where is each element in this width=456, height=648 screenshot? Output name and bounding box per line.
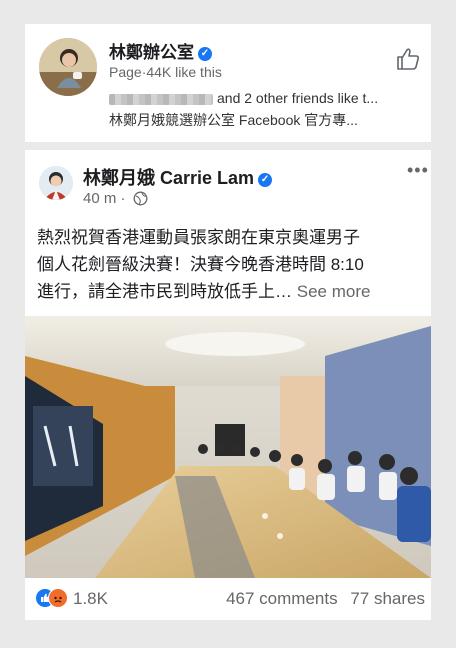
reactions-count[interactable]: 1.8K: [73, 589, 108, 609]
verified-badge-icon: ✓: [258, 173, 273, 187]
post-stats: 467 comments 77 shares: [226, 589, 425, 609]
author-name-row[interactable]: 林鄭月娥 Carrie Lam ✓: [83, 164, 273, 190]
post-text-line: 個人花劍晉級決賽！決賽今晚香港時間 8:10: [37, 255, 364, 274]
page-description: 林鄭月娥競選辦公室 Facebook 官方專...: [109, 112, 358, 128]
post-photo[interactable]: [25, 316, 431, 578]
comments-count[interactable]: 467 comments: [226, 589, 338, 608]
post-text-line: 進行，請全港市民到時放低手上… See more: [37, 278, 421, 305]
friends-like-row: and 2 other friends like t...: [109, 90, 378, 106]
post-text: 熱烈祝賀香港運動員張家朗在東京奧運男子 個人花劍晉級決賽！決賽今晚香港時間 8:…: [37, 224, 421, 305]
see-more-link[interactable]: See more: [297, 282, 371, 301]
author-name[interactable]: 林鄭月娥 Carrie Lam: [83, 168, 254, 188]
verified-badge-icon: ✓: [198, 47, 212, 61]
post-timestamp-row: 40 m ·: [83, 190, 148, 207]
shares-count[interactable]: 77 shares: [350, 589, 425, 608]
angry-reaction-icon: [48, 588, 68, 608]
friends-like-text: and 2 other friends like t...: [217, 90, 379, 106]
thumbs-up-icon: [397, 48, 420, 70]
page-card: 林鄭辦公室 ✓ Page·44K like this and 2 other fr…: [25, 24, 431, 142]
post-text-line: 熱烈祝賀香港運動員張家朗在東京奧運男子: [37, 228, 360, 247]
page-avatar[interactable]: [39, 38, 97, 96]
post-timestamp[interactable]: 40 m ·: [83, 190, 126, 207]
post-card: 林鄭月娥 Carrie Lam ✓ 40 m · ••• 熱烈祝賀香港運動員張家朗…: [25, 150, 431, 620]
more-options-icon[interactable]: •••: [407, 160, 429, 181]
page-name[interactable]: 林鄭辦公室: [109, 43, 194, 62]
author-avatar[interactable]: [39, 166, 73, 200]
page-name-row[interactable]: 林鄭辦公室 ✓: [109, 38, 212, 63]
globe-icon: [133, 191, 148, 206]
like-page-button[interactable]: [395, 46, 421, 72]
post-text-line-end: 進行，請全港市民到時放低手上…: [37, 282, 292, 301]
blurred-friend-names: [109, 93, 213, 105]
post-footer: 1.8K 467 comments 77 shares: [25, 578, 431, 620]
page-like-count: Page·44K like this: [109, 64, 222, 80]
